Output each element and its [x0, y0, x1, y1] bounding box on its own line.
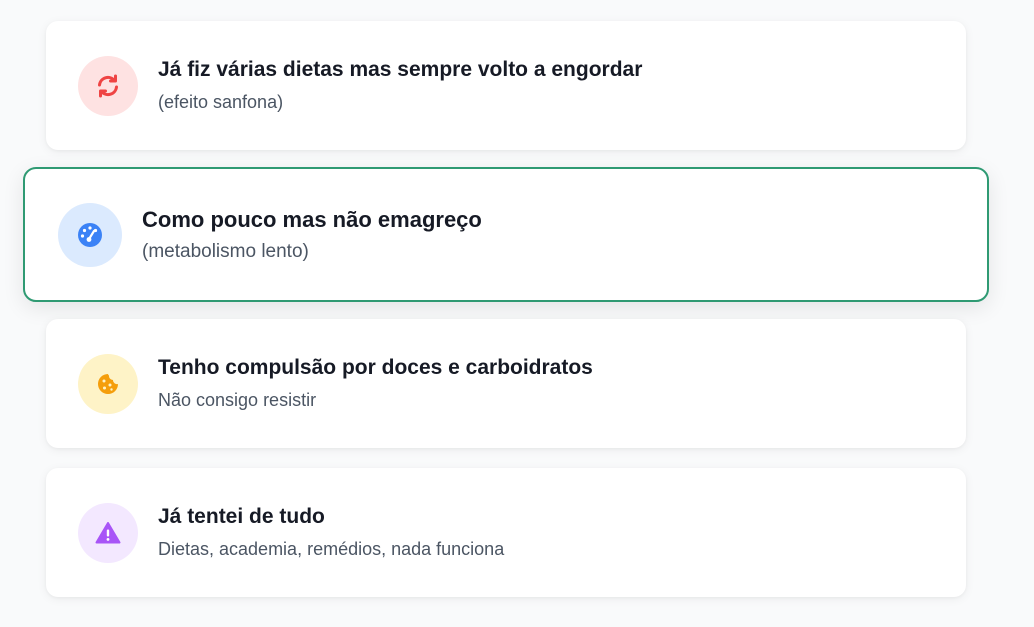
refresh-icon: [98, 74, 118, 97]
gauge-icon: [78, 222, 102, 247]
option-title: Como pouco mas não emagreço: [142, 206, 482, 232]
cookie-icon: [98, 373, 118, 394]
warning-icon-badge: [78, 502, 138, 563]
option-subtitle: Dietas, academia, remédios, nada funcion…: [158, 539, 505, 559]
refresh-icon-badge: [78, 55, 138, 116]
option-subtitle: (metabolismo lento): [142, 240, 309, 262]
option-subtitle: (efeito sanfona): [158, 92, 284, 112]
warning-icon: [95, 521, 121, 543]
gauge-icon-badge: [58, 202, 122, 267]
option-card-tried-everything[interactable]: Já tentei de tudo Dietas, academia, remé…: [46, 468, 966, 597]
option-card-slow-metabolism[interactable]: Como pouco mas não emagreço (metabolismo…: [23, 167, 989, 302]
option-card-yo-yo-effect[interactable]: Já fiz várias dietas mas sempre volto a …: [46, 21, 966, 150]
option-subtitle: Não consigo resistir: [158, 390, 317, 410]
cookie-icon-badge: [78, 353, 138, 414]
option-title: Tenho compulsão por doces e carboidratos: [158, 356, 593, 379]
option-title: Já fiz várias dietas mas sempre volto a …: [158, 58, 643, 81]
option-card-sugar-compulsion[interactable]: Tenho compulsão por doces e carboidratos…: [46, 319, 966, 448]
option-title: Já tentei de tudo: [158, 505, 325, 528]
